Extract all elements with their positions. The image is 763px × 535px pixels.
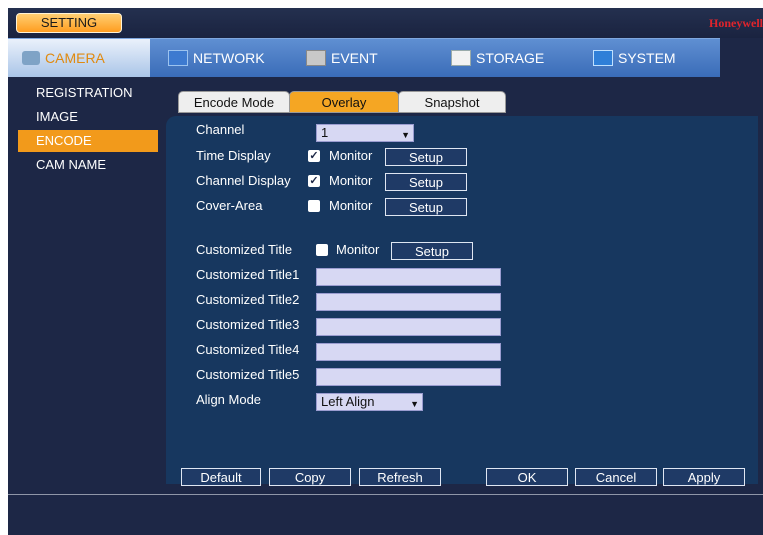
channel-display-monitor: Monitor bbox=[329, 173, 373, 188]
tab-encode-mode[interactable]: Encode Mode bbox=[178, 91, 290, 113]
cover-area-label: Cover-Area bbox=[196, 198, 263, 213]
menu-event-label: EVENT bbox=[331, 50, 378, 66]
menu-storage-label: STORAGE bbox=[476, 50, 545, 66]
cover-area-checkbox[interactable] bbox=[308, 200, 320, 212]
tab-snapshot[interactable]: Snapshot bbox=[398, 91, 506, 113]
status-bar bbox=[8, 494, 763, 535]
cover-area-monitor: Monitor bbox=[329, 198, 373, 213]
setting-button[interactable]: SETTING bbox=[16, 13, 122, 33]
event-icon bbox=[306, 50, 326, 66]
chevron-down-icon: ▼ bbox=[410, 399, 419, 409]
customized-title-monitor: Monitor bbox=[336, 242, 380, 257]
channel-display-setup-button[interactable]: Setup bbox=[385, 173, 467, 191]
network-icon bbox=[168, 50, 188, 66]
title2-input[interactable] bbox=[316, 293, 501, 311]
chevron-down-icon: ▼ bbox=[401, 130, 410, 140]
refresh-button[interactable]: Refresh bbox=[359, 468, 441, 486]
channel-label: Channel bbox=[196, 122, 245, 137]
channel-value: 1 bbox=[321, 125, 329, 140]
cover-area-setup-button[interactable]: Setup bbox=[385, 198, 467, 216]
apply-button[interactable]: Apply bbox=[663, 468, 745, 486]
sidebar-item-encode[interactable]: ENCODE bbox=[18, 130, 158, 152]
storage-icon bbox=[451, 50, 471, 66]
menu-system-label: SYSTEM bbox=[618, 50, 676, 66]
cancel-button[interactable]: Cancel bbox=[575, 468, 657, 486]
channel-display-label: Channel Display bbox=[196, 173, 291, 188]
align-mode-label: Align Mode bbox=[196, 392, 262, 407]
time-display-setup-button[interactable]: Setup bbox=[385, 148, 467, 166]
title4-label: Customized Title4 bbox=[196, 342, 300, 357]
channel-display-checkbox[interactable]: ✓ bbox=[308, 175, 320, 187]
title4-input[interactable] bbox=[316, 343, 501, 361]
time-display-monitor: Monitor bbox=[329, 148, 373, 163]
title3-input[interactable] bbox=[316, 318, 501, 336]
sidebar-item-registration[interactable]: REGISTRATION bbox=[18, 82, 158, 104]
menu-network[interactable]: NETWORK bbox=[168, 39, 298, 77]
customized-title-checkbox[interactable] bbox=[316, 244, 328, 256]
menu-system[interactable]: SYSTEM bbox=[593, 39, 713, 77]
main-menu: CAMERA NETWORK EVENT STORAGE SYSTEM bbox=[8, 38, 720, 77]
customized-title-setup-button[interactable]: Setup bbox=[391, 242, 473, 260]
camera-icon bbox=[22, 51, 40, 65]
menu-event[interactable]: EVENT bbox=[306, 39, 436, 77]
sidebar-item-image[interactable]: IMAGE bbox=[18, 106, 158, 128]
copy-button[interactable]: Copy bbox=[269, 468, 351, 486]
align-mode-select[interactable]: Left Align ▼ bbox=[316, 393, 423, 411]
brand-logo: Honeywell bbox=[709, 16, 763, 30]
title5-input[interactable] bbox=[316, 368, 501, 386]
title-bar: SETTING Honeywell bbox=[8, 8, 763, 38]
menu-camera[interactable]: CAMERA bbox=[8, 39, 150, 77]
menu-network-label: NETWORK bbox=[193, 50, 265, 66]
dvr-window: SETTING Honeywell CAMERA NETWORK EVENT S… bbox=[8, 8, 763, 535]
ok-button[interactable]: OK bbox=[486, 468, 568, 486]
channel-select[interactable]: 1 ▼ bbox=[316, 124, 414, 142]
menu-camera-label: CAMERA bbox=[45, 50, 105, 66]
title1-label: Customized Title1 bbox=[196, 267, 300, 282]
align-mode-value: Left Align bbox=[321, 394, 375, 409]
title2-label: Customized Title2 bbox=[196, 292, 300, 307]
default-button[interactable]: Default bbox=[181, 468, 261, 486]
menu-storage[interactable]: STORAGE bbox=[451, 39, 581, 77]
time-display-label: Time Display bbox=[196, 148, 271, 163]
title5-label: Customized Title5 bbox=[196, 367, 300, 382]
title3-label: Customized Title3 bbox=[196, 317, 300, 332]
sidebar-item-cam-name[interactable]: CAM NAME bbox=[18, 154, 158, 176]
system-icon bbox=[593, 50, 613, 66]
tab-overlay[interactable]: Overlay bbox=[289, 91, 399, 113]
customized-title-label: Customized Title bbox=[196, 242, 293, 257]
title1-input[interactable] bbox=[316, 268, 501, 286]
time-display-checkbox[interactable]: ✓ bbox=[308, 150, 320, 162]
